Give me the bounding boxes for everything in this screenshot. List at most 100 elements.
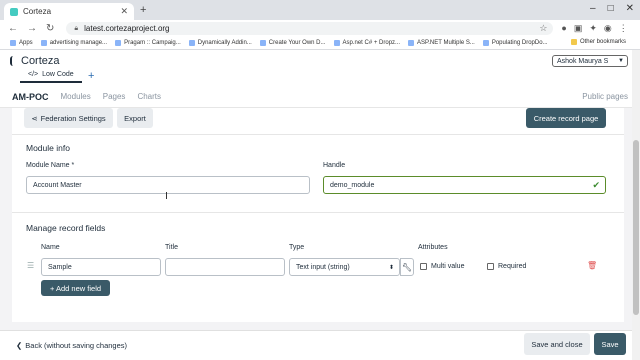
footer-bar: ❮ Back (without saving changes) Save and… [0, 330, 640, 360]
bookmark-item[interactable]: Populating DropDo... [482, 40, 548, 46]
valid-check-icon: ✔ [592, 179, 600, 190]
scrollbar-thumb[interactable] [633, 140, 639, 315]
divider [12, 134, 624, 135]
text-cursor [166, 192, 167, 199]
bookmarks-bar: Apps advertising manage... Pragam :: Cam… [0, 37, 640, 50]
other-bookmarks-label: Other bookmarks [579, 39, 626, 45]
bookmark-favicon-icon [188, 40, 195, 46]
tab-low-code-label: Low Code [42, 71, 74, 78]
bookmark-star-icon[interactable]: ☆ [539, 23, 547, 34]
module-name-label: Module Name * [26, 162, 75, 169]
bookmark-item[interactable]: Asp.net C# + Dropz... [333, 40, 401, 46]
handle-value: demo_module [330, 181, 375, 189]
bookmark-item[interactable]: Dynamically Addin... [188, 40, 252, 46]
browser-toolbar: ← → ↻ 🔒︎ latest.cortezaproject.org ☆ ● ▣… [0, 20, 640, 37]
back-button[interactable]: ❮ Back (without saving changes) [12, 337, 131, 353]
url-text: latest.cortezaproject.org [84, 24, 170, 33]
close-window-icon[interactable]: ✕ [626, 3, 634, 14]
new-tab-icon[interactable]: + [140, 4, 146, 16]
back-button-label: Back (without saving changes) [25, 340, 128, 350]
add-new-field-button[interactable]: + Add new field [41, 280, 110, 296]
bookmark-item[interactable]: ASP.NET Multiple S... [408, 40, 475, 46]
multi-value-checkbox[interactable] [420, 263, 427, 270]
bookmark-label: ASP.NET Multiple S... [417, 40, 475, 46]
export-button[interactable]: Export [117, 108, 153, 128]
required-label: Required [498, 263, 527, 270]
wrench-icon[interactable]: 🔧︎ [400, 258, 414, 276]
close-tab-icon[interactable]: ✕ [120, 6, 128, 17]
browser-tabstrip: Corteza ✕ + – □ ✕ [0, 0, 640, 20]
column-type: Type [289, 244, 305, 251]
bookmark-label: Dynamically Addin... [197, 40, 252, 46]
multi-value-label: Multi value [431, 263, 465, 270]
puzzle-icon[interactable]: ✦ [589, 23, 597, 34]
field-name-value: Sample [48, 263, 72, 271]
reload-icon[interactable]: ↻ [46, 23, 54, 34]
field-name-input[interactable]: Sample [41, 258, 161, 276]
drag-handle-icon[interactable]: ☰ [27, 261, 34, 270]
bookmark-label: Pragam :: Campaig... [124, 40, 181, 46]
maximize-icon[interactable]: □ [608, 3, 614, 14]
other-bookmarks[interactable]: Other bookmarks [570, 39, 626, 45]
column-name: Name [41, 244, 60, 251]
user-name: Ashok Maurya S [557, 57, 609, 65]
module-form: ⋖ Federation Settings Export Create reco… [12, 108, 624, 322]
tab-low-code[interactable]: </> Low Code [20, 71, 82, 83]
extension-record-icon[interactable]: ● [561, 23, 566, 34]
chevron-left-icon: ❮ [16, 340, 23, 350]
nav-pages[interactable]: Pages [103, 92, 126, 101]
create-record-page-button[interactable]: Create record page [526, 108, 606, 128]
bookmark-item[interactable]: Apps [10, 40, 33, 46]
module-name-value: Account Master [33, 181, 82, 189]
window-controls: – □ ✕ [590, 3, 634, 14]
nav-charts[interactable]: Charts [137, 92, 161, 101]
bookmark-item[interactable]: advertising manage... [40, 40, 107, 46]
federation-settings-button[interactable]: ⋖ Federation Settings [24, 108, 113, 128]
field-type-value: Text input (string) [296, 263, 350, 271]
back-arrow-icon[interactable]: ← [8, 23, 18, 34]
share-icon: ⋖ [31, 113, 38, 123]
app-header: Corteza </> Low Code + Ashok Maurya S ▼ [0, 50, 640, 86]
nav-modules[interactable]: Modules [61, 92, 91, 101]
namespace-nav: AM-POC Modules Pages Charts Public pages [0, 86, 640, 108]
namespace-title[interactable]: AM-POC [12, 92, 49, 102]
forward-arrow-icon[interactable]: → [27, 23, 37, 34]
add-app-tab-icon[interactable]: + [88, 70, 94, 82]
trash-icon[interactable]: 🗑︎ [587, 261, 597, 270]
bookmark-label: Asp.net C# + Dropz... [342, 40, 401, 46]
column-title: Title [165, 244, 178, 251]
browser-tab-title: Corteza [23, 7, 52, 16]
manage-fields-heading: Manage record fields [26, 223, 106, 233]
bookmark-item[interactable]: Pragam :: Campaig... [115, 40, 181, 46]
brand-logo[interactable]: Corteza [10, 55, 60, 67]
module-name-input[interactable]: Account Master [26, 176, 310, 194]
save-and-close-button[interactable]: Save and close [524, 333, 590, 355]
bookmark-favicon-icon [259, 40, 266, 46]
brand-name: Corteza [21, 55, 60, 67]
bookmark-favicon-icon [40, 40, 47, 46]
browser-tab[interactable]: Corteza ✕ [4, 3, 134, 20]
profile-icon[interactable]: ◉ [604, 23, 612, 34]
scrollbar[interactable] [632, 50, 640, 360]
menu-dots-icon[interactable]: ⋮ [619, 23, 628, 34]
extension-icon[interactable]: ▣ [574, 23, 583, 34]
save-button[interactable]: Save [594, 333, 626, 355]
folder-icon [570, 39, 577, 45]
select-arrows-icon: ⬍ [388, 264, 394, 271]
address-bar[interactable]: 🔒︎ latest.cortezaproject.org ☆ [66, 22, 554, 35]
handle-input[interactable]: demo_module ✔ [323, 176, 606, 194]
field-type-select[interactable]: Text input (string) ⬍ [289, 258, 400, 276]
minimize-icon[interactable]: – [590, 3, 596, 14]
apps-icon [10, 40, 16, 46]
bookmark-label: Apps [19, 40, 33, 46]
bookmark-label: Create Your Own D... [268, 40, 326, 46]
nav-public-pages[interactable]: Public pages [582, 92, 628, 101]
bookmark-favicon-icon [482, 40, 489, 46]
bookmark-item[interactable]: Create Your Own D... [259, 40, 326, 46]
required-checkbox[interactable] [487, 263, 494, 270]
code-icon: </> [28, 71, 39, 78]
handle-label: Handle [323, 162, 346, 169]
field-title-input[interactable] [165, 258, 285, 276]
user-dropdown[interactable]: Ashok Maurya S ▼ [552, 55, 628, 67]
module-info-heading: Module info [26, 143, 70, 153]
